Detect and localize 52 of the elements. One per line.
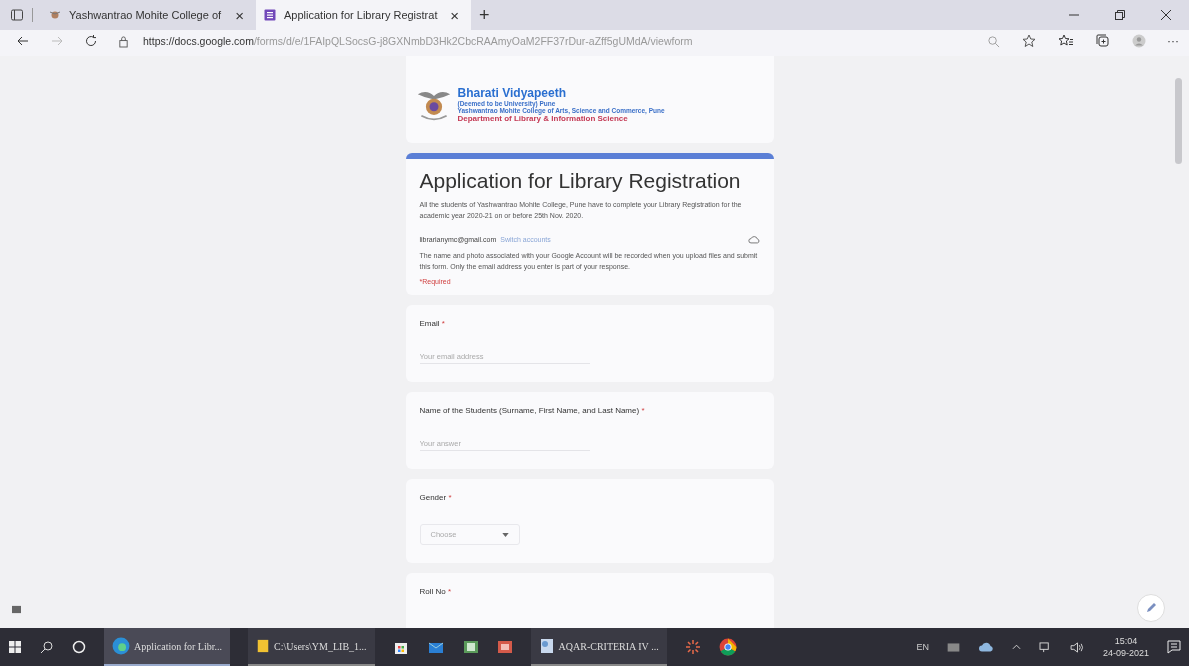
banner-title: Bharati Vidyapeeth: [457, 86, 567, 100]
cloud-icon: [747, 235, 760, 244]
keyboard-icon[interactable]: [946, 642, 960, 652]
language-indicator[interactable]: EN: [916, 642, 929, 652]
notification-icon[interactable]: [1167, 640, 1181, 654]
folder-icon: [256, 638, 271, 654]
edit-pencil-button[interactable]: [1137, 594, 1165, 622]
browser-tab[interactable]: Application for Library Registrat ×: [256, 0, 471, 30]
cortana-circle-icon[interactable]: [72, 640, 86, 654]
speaker-icon[interactable]: [1069, 641, 1085, 653]
star-icon[interactable]: [1022, 34, 1036, 48]
spinner-icon[interactable]: [684, 639, 701, 655]
taskbar-app-button[interactable]: AQAR-CRITERIA IV ...: [530, 628, 667, 666]
emblem-icon: [49, 9, 61, 21]
question-label: Roll No *: [419, 587, 453, 596]
windows-start-icon[interactable]: [8, 640, 22, 654]
more-button[interactable]: ···: [1163, 34, 1183, 48]
close-icon[interactable]: [1160, 9, 1172, 21]
chrome-icon[interactable]: [718, 638, 737, 656]
question-label: Name of the Students (Surname, First Name, and Last Name) *: [419, 406, 646, 415]
forms-icon: [264, 9, 276, 21]
refresh-icon[interactable]: [84, 34, 98, 48]
presentation-icon[interactable]: [496, 639, 513, 655]
tab-title: Application for Library Registrat: [284, 9, 439, 21]
taskbar-app-button[interactable]: C:\Users\YM_LIB_1...: [248, 628, 375, 666]
taskbar-app-button[interactable]: Application for Libr...: [104, 628, 231, 666]
close-tab-button[interactable]: ×: [446, 6, 463, 24]
new-tab-button[interactable]: +: [475, 4, 494, 26]
browser-icon: [112, 637, 130, 655]
tab-title: Yashwantrao Mohite College of: [69, 9, 223, 21]
question-label: Email *: [419, 319, 446, 328]
lock-icon: [118, 34, 129, 48]
cloud-icon[interactable]: [977, 642, 994, 652]
network-icon[interactable]: [1038, 641, 1052, 653]
profile-avatar-icon[interactable]: [1132, 34, 1146, 48]
question-label: Gender *: [419, 493, 453, 502]
favorites-icon[interactable]: [1058, 34, 1074, 48]
department-name: Department of Library & Information Science: [457, 114, 629, 123]
back-arrow-icon[interactable]: [16, 34, 30, 48]
restore-icon[interactable]: [1114, 9, 1126, 21]
chevron-up-icon[interactable]: [1011, 644, 1021, 650]
small-app-icon: [12, 605, 21, 614]
clock[interactable]: 15:04 24-09-2021: [1102, 635, 1149, 659]
address-field[interactable]: https://docs.google.com/forms/d/e/1FAIpQLSocsG-j8GXNmbD3Hk2CbcRAAmyOaM2FF37rDur-aZff5gUMdA/viewform: [143, 35, 693, 47]
form-title: Application for Library Registration: [419, 169, 742, 193]
spreadsheet-icon[interactable]: [462, 639, 479, 655]
search-icon[interactable]: [40, 640, 54, 654]
tab-actions-icon[interactable]: [10, 8, 24, 22]
caret-icon: [501, 532, 509, 537]
document-icon: [538, 638, 555, 654]
collections-icon[interactable]: [1096, 34, 1110, 48]
close-tab-button[interactable]: ×: [231, 6, 248, 24]
